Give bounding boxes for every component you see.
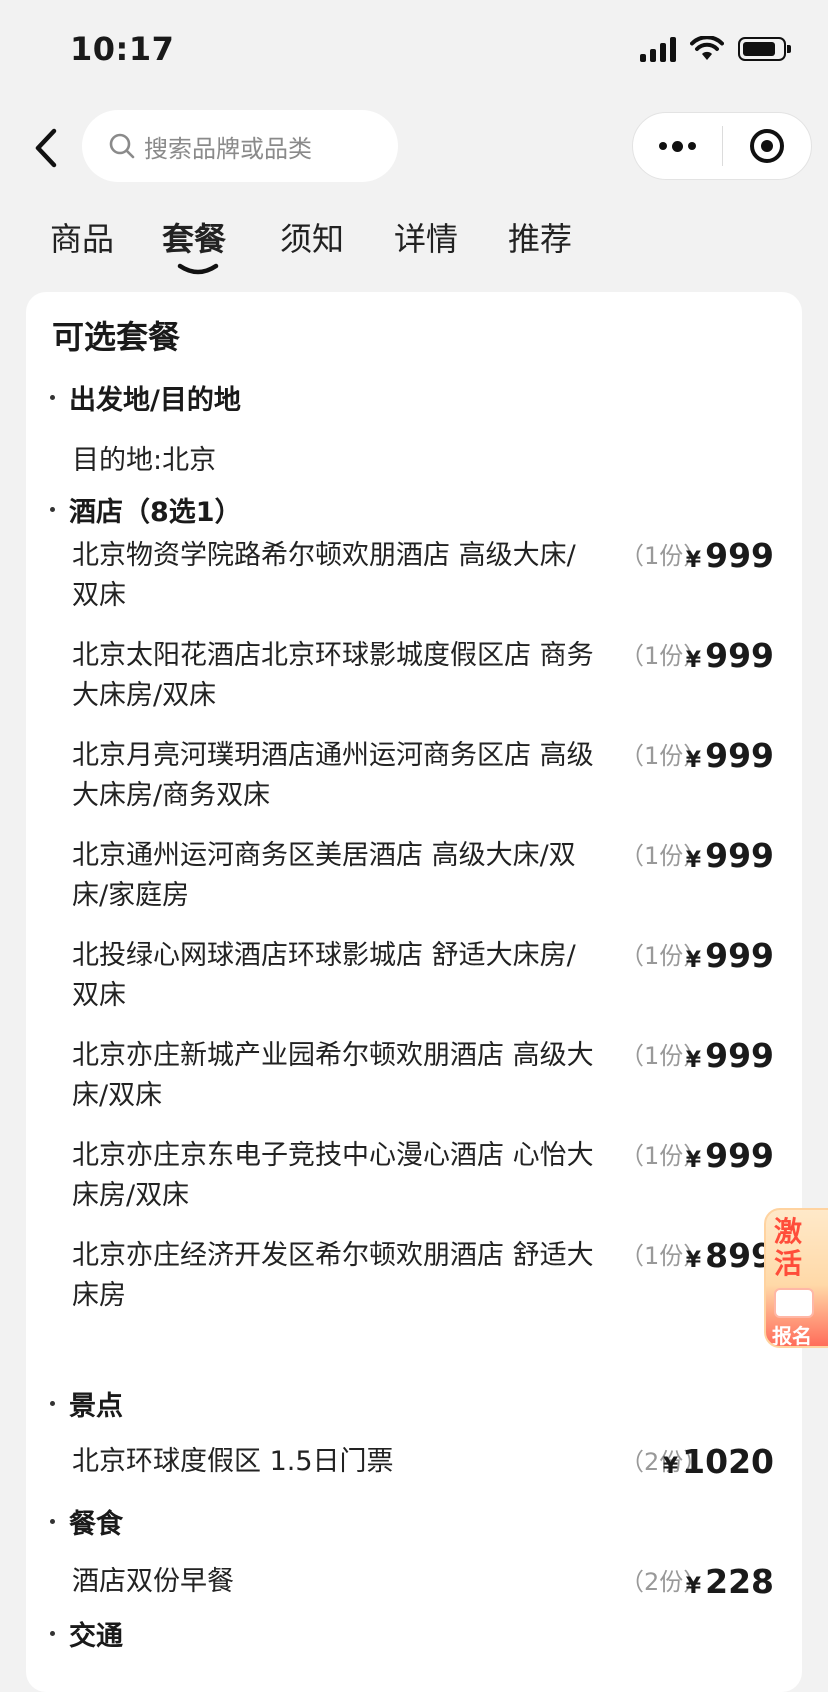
battery-icon [738, 37, 791, 61]
item-name: 北京太阳花酒店北京环球影城度假区店 商务大床房/双床 [72, 640, 594, 711]
search-input[interactable]: 搜索品牌或品类 [82, 110, 398, 182]
search-placeholder: 搜索品牌或品类 [144, 134, 312, 163]
currency-symbol: ¥ [685, 848, 702, 873]
more-button[interactable] [633, 113, 722, 179]
item-name: 北京环球度假区 1.5日门票 [72, 1446, 394, 1477]
item-name: 北京亦庄经济开发区希尔顿欢朋酒店 舒适大床房 [72, 1240, 594, 1311]
tab-products[interactable]: 商品 [50, 214, 114, 260]
section-origin: 出发地/目的地 [50, 378, 241, 417]
section-title: 出发地/目的地 [69, 385, 241, 416]
tab-details[interactable]: 详情 [394, 214, 458, 260]
item-price: ¥228 [686, 1562, 774, 1608]
status-time: 10:17 [70, 30, 175, 68]
badge-text-bottom: 报名 [772, 1324, 812, 1348]
item-price: ¥1020 [663, 1442, 774, 1488]
price-value: 999 [705, 536, 774, 575]
chevron-left-icon [35, 128, 57, 168]
currency-symbol: ¥ [685, 648, 702, 673]
bullet-dot [50, 507, 55, 512]
section-food: 餐食 [50, 1502, 123, 1541]
item-name: 北京月亮河璞玥酒店通州运河商务区店 高级大床房/商务双床 [72, 740, 594, 811]
item-price: ¥999 [686, 1036, 774, 1082]
item-price: ¥999 [686, 1136, 774, 1182]
badge-text-top: 激活 [774, 1215, 803, 1280]
item-name: 北京亦庄京东电子竞技中心漫心酒店 心怡大床房/双床 [72, 1140, 594, 1211]
card-title: 可选套餐 [52, 318, 181, 356]
floating-promo-badge[interactable]: 激活 报名 [764, 1208, 828, 1348]
currency-symbol: ¥ [685, 1248, 702, 1273]
section-title: 酒店（8选1） [69, 497, 242, 528]
active-tab-indicator [177, 263, 219, 275]
badge-image-icon [774, 1288, 814, 1318]
section-hotel: 酒店（8选1） [50, 490, 242, 529]
item-name: 北投绿心网球酒店环球影城店 舒适大床房/双床 [72, 940, 576, 1011]
item-price: ¥999 [686, 536, 774, 582]
section-title: 餐食 [69, 1509, 123, 1540]
bullet-dot [50, 1401, 55, 1406]
item-name: 北京通州运河商务区美居酒店 高级大床/双床/家庭房 [72, 840, 576, 911]
bullet-dot [50, 1519, 55, 1524]
section-traffic: 交通 [50, 1614, 123, 1653]
item-name: 北京物资学院路希尔顿欢朋酒店 高级大床/双床 [72, 540, 576, 611]
price-value: 1020 [682, 1442, 774, 1481]
currency-symbol: ¥ [685, 1148, 702, 1173]
item-name: 酒店双份早餐 [72, 1566, 234, 1597]
currency-symbol: ¥ [685, 1574, 702, 1599]
currency-symbol: ¥ [685, 548, 702, 573]
price-value: 228 [705, 1562, 774, 1601]
search-icon [109, 133, 135, 159]
item-price: ¥999 [686, 836, 774, 882]
more-dots-icon [658, 140, 696, 152]
item-price: ¥899 [686, 1236, 774, 1282]
item-price: ¥999 [686, 636, 774, 682]
section-title: 交通 [69, 1621, 123, 1652]
item-name: 北京亦庄新城产业园希尔顿欢朋酒店 高级大床/双床 [72, 1040, 594, 1111]
currency-symbol: ¥ [685, 948, 702, 973]
bullet-dot [50, 1631, 55, 1636]
tab-packages[interactable]: 套餐 [162, 214, 226, 260]
price-value: 999 [705, 636, 774, 675]
price-value: 999 [705, 936, 774, 975]
price-value: 999 [705, 1136, 774, 1175]
tab-recommend[interactable]: 推荐 [508, 214, 572, 260]
mini-program-capsule [632, 112, 812, 180]
destination-text: 目的地:北京 [72, 445, 217, 476]
currency-symbol: ¥ [685, 748, 702, 773]
tab-notice[interactable]: 须知 [280, 214, 344, 260]
close-miniprogram-button[interactable] [723, 113, 812, 179]
currency-symbol: ¥ [662, 1454, 679, 1479]
price-value: 999 [705, 836, 774, 875]
wifi-icon [690, 36, 724, 60]
item-price: ¥999 [686, 736, 774, 782]
currency-symbol: ¥ [685, 1048, 702, 1073]
bullet-dot [50, 395, 55, 400]
item-price: ¥999 [686, 936, 774, 982]
price-value: 999 [705, 1036, 774, 1075]
target-icon [749, 129, 784, 163]
price-value: 999 [705, 736, 774, 775]
cellular-signal-icon [640, 36, 676, 62]
back-button[interactable] [20, 118, 70, 178]
section-title: 景点 [69, 1391, 123, 1422]
status-icons [640, 36, 791, 62]
section-scenic: 景点 [50, 1384, 123, 1423]
